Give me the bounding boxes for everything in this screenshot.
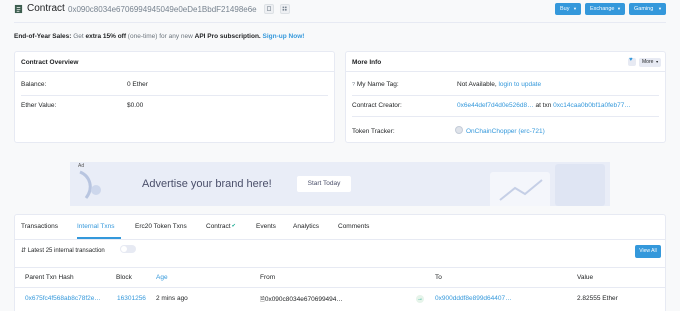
- name-tag-label-text: My Name Tag:: [356, 81, 399, 88]
- internal-summary-text: Latest 25 internal transaction: [27, 248, 105, 254]
- to-address-link[interactable]: 0x900dddf8e899d64407…: [435, 295, 512, 302]
- more-dropdown-button[interactable]: More ▼: [639, 58, 661, 67]
- copy-address-button[interactable]: [264, 4, 274, 14]
- contract-overview-title: Contract Overview: [15, 52, 334, 72]
- ether-value: $0.00: [127, 102, 144, 109]
- promo-banner: End-of-Year Sales: Get extra 15% off (on…: [14, 33, 304, 40]
- chevron-down-icon: ▼: [655, 60, 659, 64]
- creator-address-link[interactable]: 0x6e44def7d4d0e526d8…: [457, 102, 534, 109]
- name-tag-value: Not Available, login to update: [457, 81, 541, 88]
- more-info-title: More Info: [346, 52, 665, 72]
- buy-button[interactable]: Buy ▼: [555, 3, 581, 15]
- buy-label: Buy: [560, 6, 570, 12]
- txn-hash-link[interactable]: 0x675fc4f568ab8c78f2e…: [25, 295, 101, 302]
- more-label: More: [642, 59, 654, 65]
- tab-internal-txns[interactable]: Internal Txns: [77, 223, 114, 230]
- col-to: To: [435, 274, 442, 281]
- header-divider: [14, 22, 666, 23]
- age-value: 2 mins ago: [156, 295, 188, 302]
- creator-txn-link[interactable]: 0xc14caa0b0bf1a0feb77…: [553, 102, 631, 109]
- arrow-right-icon: →: [416, 295, 424, 303]
- megaphone-icon: [79, 170, 101, 199]
- contract-address: 0x090c8034e6706994945049e0eDe1BbdF21498e…: [68, 5, 257, 14]
- transactions-card: Transactions Internal Txns Erc20 Token T…: [14, 214, 666, 311]
- value-amount: 2.82555 Ether: [577, 295, 618, 302]
- col-block: Block: [116, 274, 132, 281]
- token-logo-icon: [455, 126, 463, 134]
- tab-contract-label: Contract: [206, 223, 231, 230]
- tab-comments[interactable]: Comments: [338, 223, 369, 230]
- advanced-toggle[interactable]: [120, 245, 136, 253]
- page-title: Contract: [27, 3, 65, 14]
- chevron-down-icon: ▼: [617, 6, 621, 11]
- qr-code-button[interactable]: [280, 4, 290, 14]
- tab-events[interactable]: Events: [256, 223, 276, 230]
- verified-check-icon: ✔: [231, 223, 236, 229]
- block-link[interactable]: 16301256: [117, 295, 146, 302]
- token-tracker-link[interactable]: OnChainChopper (erc-721): [466, 128, 545, 135]
- name-tag-label: ? My Name Tag:: [352, 81, 399, 88]
- gaming-label: Gaming: [634, 6, 654, 12]
- token-tracker-label: Token Tracker:: [352, 128, 395, 135]
- login-to-update-link[interactable]: login to update: [498, 81, 541, 88]
- balance-value: 0 Ether: [127, 81, 148, 88]
- tab-contract[interactable]: Contract✔: [206, 223, 236, 230]
- promo-product: API Pro subscription.: [194, 33, 261, 40]
- contract-icon: [14, 4, 23, 14]
- promo-prefix: End-of-Year Sales:: [14, 33, 72, 40]
- ether-value-label: Ether Value:: [21, 102, 57, 109]
- favorite-button[interactable]: ♥: [628, 57, 636, 66]
- col-value: Value: [577, 274, 594, 281]
- qr-icon: [282, 6, 287, 11]
- promo-text: Get: [71, 33, 86, 40]
- from-address-text: 0x090c8034e670699494…: [264, 296, 343, 303]
- contract-overview-card: Contract Overview Balance: 0 Ether Ether…: [14, 51, 335, 143]
- tab-transactions[interactable]: Transactions: [21, 223, 58, 230]
- heart-icon: ♥: [629, 57, 633, 63]
- gaming-button[interactable]: Gaming ▼: [629, 3, 666, 15]
- exchange-label: Exchange: [590, 6, 615, 12]
- promo-discount: extra 15% off: [85, 33, 126, 40]
- tab-analytics[interactable]: Analytics: [293, 223, 319, 230]
- contract-creator-label: Contract Creator:: [352, 102, 402, 109]
- tab-erc20-token-txns[interactable]: Erc20 Token Txns: [135, 223, 187, 230]
- row-divider: [352, 95, 659, 96]
- row-divider: [352, 116, 659, 117]
- balance-label: Balance:: [21, 81, 47, 88]
- chevron-down-icon: ▼: [658, 6, 662, 11]
- copy-icon: [267, 6, 271, 11]
- ad-headline: Advertise your brand here!: [142, 178, 272, 190]
- table-top-divider: [15, 267, 665, 268]
- sort-icon: ⇵: [21, 248, 27, 254]
- tabs-divider: [15, 239, 665, 240]
- creator-txn-prefix: at txn: [535, 102, 552, 109]
- row-divider: [21, 95, 328, 96]
- col-from: From: [260, 274, 276, 281]
- table-header-divider: [15, 287, 665, 288]
- contract-creator-value: 0x6e44def7d4d0e526d8… at txn 0xc14caa0b0…: [457, 102, 631, 109]
- ad-decoration: [490, 164, 605, 206]
- col-parent-txn-hash: Parent Txn Hash: [25, 274, 74, 281]
- exchange-button[interactable]: Exchange ▼: [585, 3, 625, 15]
- view-all-button[interactable]: View All: [635, 245, 661, 258]
- more-info-card: More Info ♥ More ▼ ? My Name Tag: Not Ava…: [345, 51, 666, 143]
- ad-banner[interactable]: Ad Advertise your brand here! Start Toda…: [70, 162, 610, 206]
- help-icon: ?: [352, 82, 356, 88]
- from-address[interactable]: 🗎0x090c8034e670699494…: [260, 295, 343, 305]
- col-age[interactable]: Age: [156, 274, 168, 281]
- chevron-down-icon: ▼: [573, 6, 577, 11]
- internal-summary: ⇵ Latest 25 internal transaction: [21, 247, 105, 254]
- start-today-button[interactable]: Start Today: [297, 176, 351, 192]
- promo-text-2: (one-time) for any new: [126, 33, 195, 40]
- name-tag-status: Not Available,: [457, 81, 497, 88]
- promo-signup-link[interactable]: Sign-up Now!: [261, 33, 305, 40]
